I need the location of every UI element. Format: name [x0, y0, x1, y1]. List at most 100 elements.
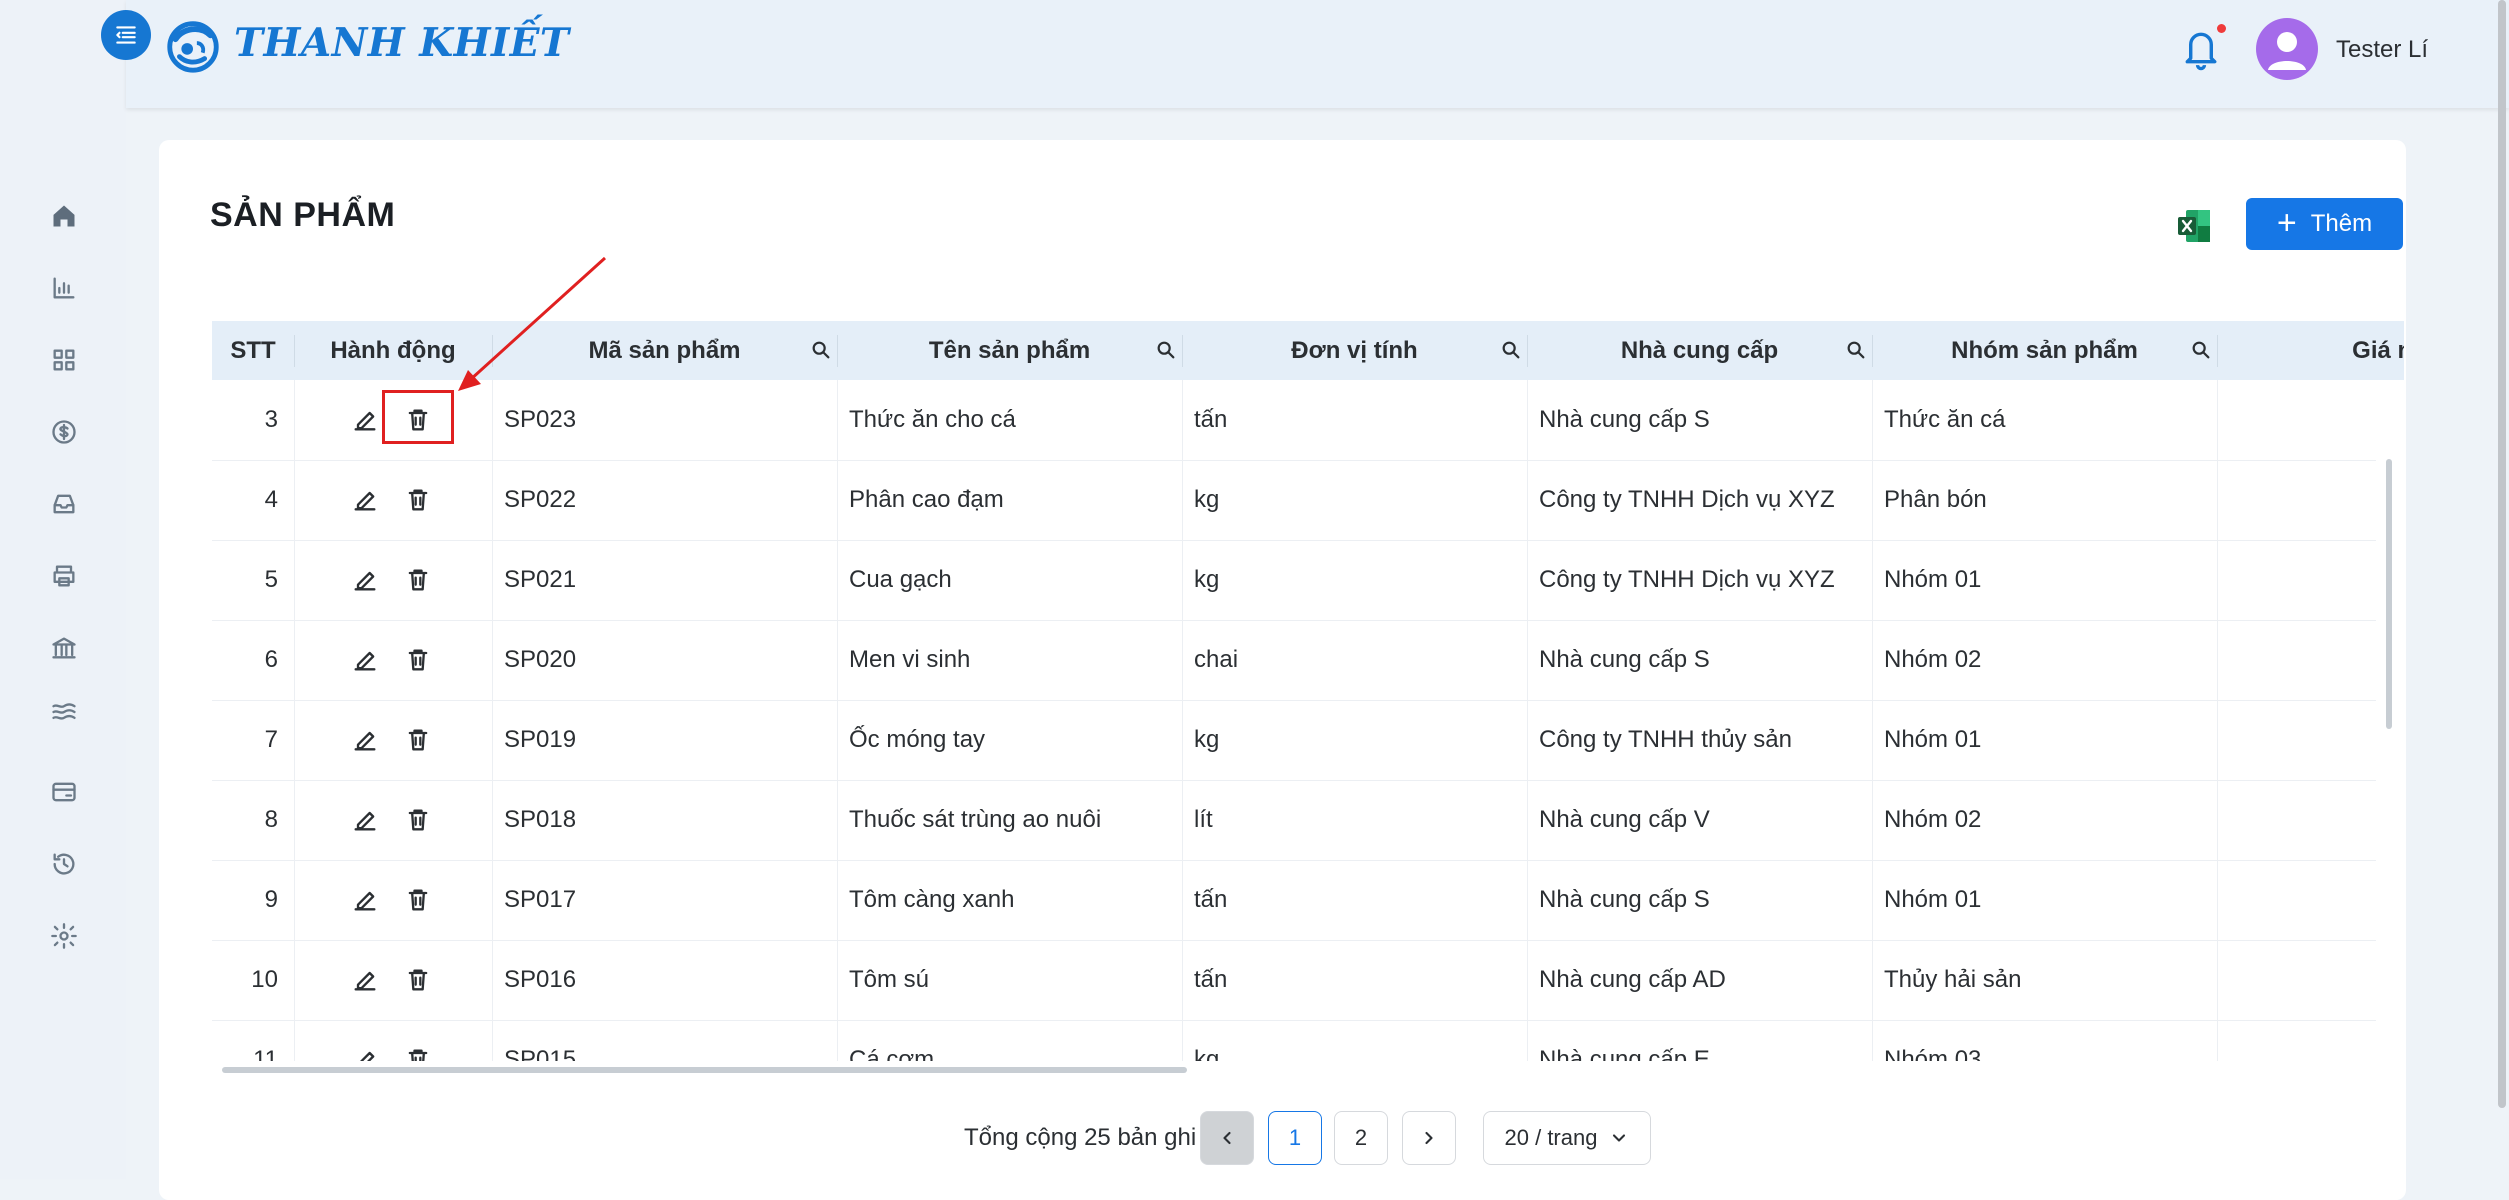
row-stt: 8 — [264, 806, 278, 833]
search-icon[interactable] — [810, 339, 832, 361]
edit-icon[interactable] — [351, 886, 379, 914]
grid-icon[interactable] — [48, 344, 80, 376]
search-icon[interactable] — [1155, 339, 1177, 361]
edit-icon[interactable] — [351, 806, 379, 834]
col-supplier[interactable]: Nhà cung cấp — [1527, 321, 1872, 380]
dollar-icon[interactable] — [48, 416, 80, 448]
delete-icon[interactable] — [404, 806, 432, 834]
row-group: Nhóm 02 — [1884, 806, 1982, 833]
delete-icon[interactable] — [404, 966, 432, 994]
highlight-box — [382, 390, 454, 444]
row-unit: kg — [1194, 486, 1220, 513]
row-code: SP023 — [504, 406, 577, 433]
page-2-button[interactable]: 2 — [1334, 1111, 1388, 1165]
row-code: SP015 — [504, 1046, 577, 1061]
row-name: Thức ăn cho cá — [849, 406, 1016, 433]
page-1-button[interactable]: 1 — [1268, 1111, 1322, 1165]
waves-icon[interactable] — [48, 696, 80, 728]
edit-icon[interactable] — [351, 1046, 379, 1061]
row-name: Tôm sú — [849, 966, 930, 993]
col-name[interactable]: Tên sản phẩm — [837, 321, 1182, 380]
excel-export-icon[interactable] — [2174, 206, 2214, 246]
settings-icon[interactable] — [48, 920, 80, 952]
row-stt: 7 — [264, 726, 278, 753]
table-row: 5 SP021 Cua gạch kg Công ty TNHH Dịch vụ… — [212, 540, 2376, 621]
row-unit: lít — [1194, 806, 1213, 833]
delete-icon[interactable] — [404, 646, 432, 674]
row-group: Thủy hải sản — [1884, 966, 2022, 993]
edit-icon[interactable] — [351, 566, 379, 594]
row-name: Thuốc sát trùng ao nuôi — [849, 806, 1102, 833]
row-supplier: Công ty TNHH thủy sản — [1539, 726, 1792, 753]
row-code: SP022 — [504, 486, 577, 513]
row-stt: 11 — [253, 1046, 278, 1061]
row-supplier: Nhà cung cấp AD — [1539, 966, 1726, 993]
edit-icon[interactable] — [351, 646, 379, 674]
printer-icon[interactable] — [48, 560, 80, 592]
brand-name: THANH KHIẾT — [234, 20, 570, 66]
row-group: Thức ăn cá — [1884, 406, 2006, 433]
row-stt: 6 — [264, 646, 278, 673]
avatar[interactable] — [2256, 18, 2318, 80]
notification-dot — [2217, 24, 2226, 33]
page-size-select[interactable]: 20 / trang — [1483, 1111, 1651, 1165]
horizontal-scrollbar[interactable] — [222, 1067, 1187, 1073]
search-icon[interactable] — [2190, 339, 2212, 361]
row-name: Men vi sinh — [849, 646, 971, 673]
edit-icon[interactable] — [351, 406, 379, 434]
add-button[interactable]: + Thêm — [2246, 198, 2403, 250]
user-name[interactable]: Tester Lí — [2336, 36, 2428, 64]
inbox-icon[interactable] — [48, 488, 80, 520]
col-group[interactable]: Nhóm sản phẩm — [1872, 321, 2217, 380]
edit-icon[interactable] — [351, 726, 379, 754]
table-row: 7 SP019 Ốc móng tay kg Công ty TNHH thủy… — [212, 700, 2376, 781]
col-actions: Hành động — [330, 336, 456, 364]
row-stt: 3 — [264, 406, 278, 433]
row-code: SP021 — [504, 566, 577, 593]
row-stt: 4 — [264, 486, 278, 513]
table-header: STT Hành động Mã sản phẩm Tên sản phẩm Đ… — [212, 321, 2404, 380]
home-icon[interactable] — [48, 200, 80, 232]
row-unit: kg — [1194, 726, 1220, 753]
row-code: SP020 — [504, 646, 577, 673]
page-size-value: 20 / trang — [1504, 1125, 1598, 1150]
bank-icon[interactable] — [48, 632, 80, 664]
row-supplier: Nhà cung cấp E — [1539, 1046, 1710, 1061]
edit-icon[interactable] — [351, 486, 379, 514]
search-icon[interactable] — [1845, 339, 1867, 361]
delete-icon[interactable] — [404, 726, 432, 754]
row-stt: 5 — [264, 566, 278, 593]
row-group: Nhóm 01 — [1884, 726, 1982, 753]
menu-toggle-button[interactable] — [101, 10, 151, 60]
prev-page-button[interactable] — [1200, 1111, 1254, 1165]
history-icon[interactable] — [48, 848, 80, 880]
row-unit: tấn — [1194, 886, 1228, 913]
edit-icon[interactable] — [351, 966, 379, 994]
col-code[interactable]: Mã sản phẩm — [492, 321, 837, 380]
delete-icon[interactable] — [404, 486, 432, 514]
add-button-label: Thêm — [2310, 210, 2373, 237]
row-name: Cá cơm — [849, 1046, 935, 1061]
row-group: Nhóm 01 — [1884, 566, 1982, 593]
table-row: 11 SP015 Cá cơm kg Nhà cung cấp E Nhóm 0… — [212, 1020, 2376, 1061]
row-group: Phân bón — [1884, 486, 1987, 513]
delete-icon[interactable] — [404, 566, 432, 594]
card-icon[interactable] — [48, 776, 80, 808]
col-unit[interactable]: Đơn vị tính — [1182, 321, 1527, 380]
page-scrollbar[interactable] — [2498, 0, 2506, 1108]
next-page-button[interactable] — [1402, 1111, 1456, 1165]
vertical-scrollbar[interactable] — [2386, 459, 2392, 729]
row-name: Ốc móng tay — [849, 726, 986, 753]
row-supplier: Nhà cung cấp S — [1539, 646, 1710, 673]
delete-icon[interactable] — [404, 886, 432, 914]
bar-chart-icon[interactable] — [48, 272, 80, 304]
row-unit: tấn — [1194, 406, 1228, 433]
table-row: 6 SP020 Men vi sinh chai Nhà cung cấp S … — [212, 620, 2376, 701]
row-supplier: Nhà cung cấp S — [1539, 886, 1710, 913]
row-name: Tôm càng xanh — [849, 886, 1015, 913]
row-supplier: Công ty TNHH Dịch vụ XYZ — [1539, 486, 1835, 513]
row-code: SP017 — [504, 886, 577, 913]
search-icon[interactable] — [1500, 339, 1522, 361]
bell-icon[interactable] — [2180, 24, 2222, 72]
delete-icon[interactable] — [404, 1046, 432, 1061]
